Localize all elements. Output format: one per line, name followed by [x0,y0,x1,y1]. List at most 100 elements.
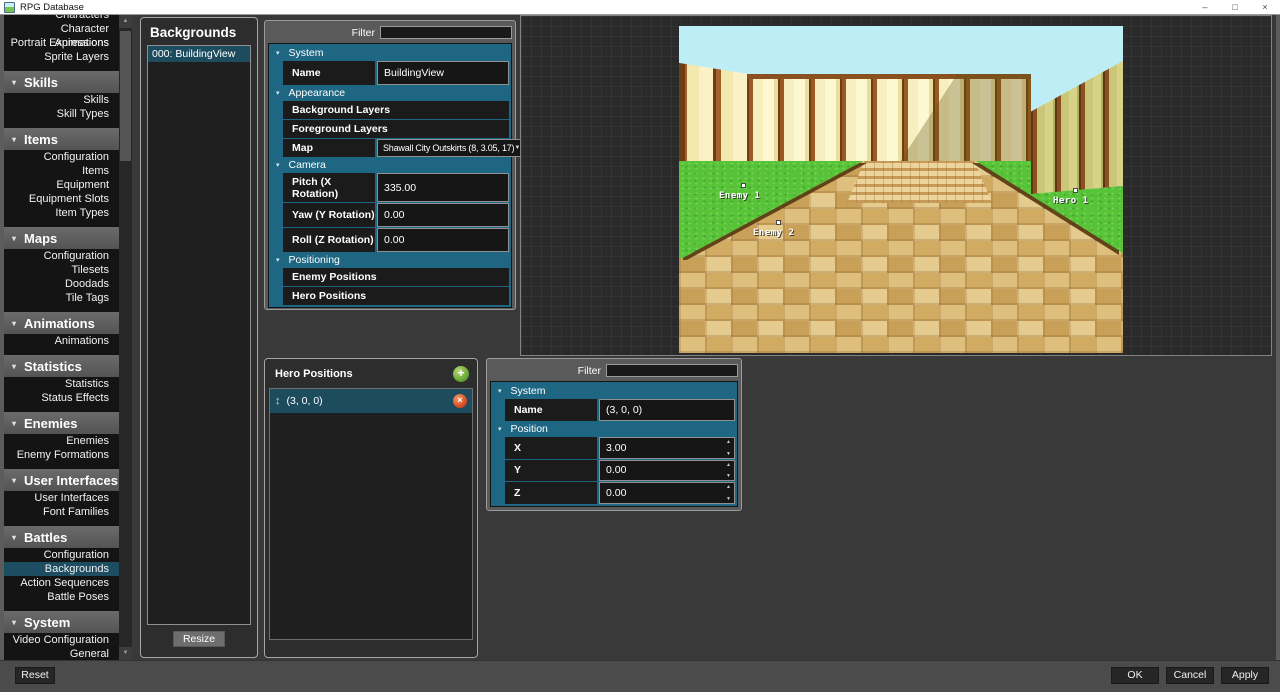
yaw-field[interactable] [377,203,509,227]
spinner-up-icon[interactable]: ▲ [726,440,731,444]
sidebar-item-action-sequences[interactable]: Action Sequences [4,576,119,590]
backgrounds-list[interactable]: 000: BuildingView [147,45,251,625]
x-field[interactable] [599,437,735,459]
apply-button[interactable]: Apply [1221,667,1269,684]
map-dropdown[interactable]: Shawall City Outskirts (8, 3.05, 17) ▼ [377,139,525,157]
sidebar-section-maps[interactable]: ▾ Maps [4,227,119,249]
spinner-down-icon[interactable]: ▼ [726,474,731,478]
foreground-layers-expander[interactable]: Foreground Layers [283,120,509,138]
hero-positions-expander[interactable]: Hero Positions [283,287,509,305]
sidebar-section-user-interfaces[interactable]: ▾ User Interfaces [4,469,119,491]
position-name-field[interactable] [599,399,735,421]
drag-handle-icon[interactable]: ↕ [275,395,281,407]
enemy-positions-expander[interactable]: Enemy Positions [283,268,509,286]
sidebar-item-maps-configuration[interactable]: Configuration [4,249,119,263]
sidebar-section-battles[interactable]: ▾ Battles [4,526,119,548]
name-field[interactable] [377,61,509,85]
restore-icon[interactable]: □ [1220,0,1250,15]
position-filter-input[interactable] [606,364,738,377]
sidebar-section-enemies[interactable]: ▾ Enemies [4,412,119,434]
cancel-button[interactable]: Cancel [1166,667,1214,684]
prop-label-roll: Roll (Z Rotation) [283,228,375,252]
section-header-position[interactable]: ▾ Position [493,422,735,436]
minimize-icon[interactable]: – [1190,0,1220,15]
sidebar-item-enemies[interactable]: Enemies [4,434,119,448]
sidebar-item-characters[interactable]: Characters [4,15,119,22]
sidebar-section-items[interactable]: ▾ Items [4,128,119,150]
sidebar-item-sprite-layers[interactable]: Sprite Layers [4,50,119,64]
sidebar-item-user-interfaces[interactable]: User Interfaces [4,491,119,505]
sidebar-scrollbar[interactable]: ▲ ▼ [119,15,132,660]
sidebar-item-tilesets[interactable]: Tilesets [4,263,119,277]
prop-label-name: Name [283,61,375,85]
sidebar-section-statistics[interactable]: ▾ Statistics [4,355,119,377]
list-item-position[interactable]: ↕ (3, 0, 0) × [270,389,472,413]
ok-button[interactable]: OK [1111,667,1159,684]
hero-positions-list[interactable]: ↕ (3, 0, 0) × [269,388,473,640]
list-item-buildingview[interactable]: 000: BuildingView [148,46,250,62]
collapse-caret-icon: ▾ [12,234,16,243]
scrollbar-thumb[interactable] [120,31,131,161]
section-header-system[interactable]: ▾ System [271,46,509,60]
prop-label-name: Name [505,399,597,421]
sidebar-item-equipment[interactable]: Equipment [4,178,119,192]
sidebar-item-video-configuration[interactable]: Video Configuration [4,633,119,647]
backgrounds-panel: Backgrounds 000: BuildingView Resize [140,17,258,658]
sidebar-item-character-animations[interactable]: Character Animations [4,22,119,36]
scroll-up-icon[interactable]: ▲ [119,15,132,28]
prop-label-yaw: Yaw (Y Rotation) [283,203,375,227]
collapse-caret-icon: ▾ [12,618,16,627]
sidebar-item-doodads[interactable]: Doodads [4,277,119,291]
hero1-label: Hero 1 [1053,196,1089,206]
sidebar-item-items[interactable]: Items [4,164,119,178]
sidebar-item-battle-poses[interactable]: Battle Poses [4,590,119,604]
z-field[interactable] [599,482,735,504]
grass-left [679,161,863,258]
section-header-appearance[interactable]: ▾ Appearance [271,86,509,100]
sidebar-item-animations[interactable]: Animations [4,334,119,348]
collapse-caret-icon: ▾ [12,362,16,371]
sidebar-item-skill-types[interactable]: Skill Types [4,107,119,121]
sidebar-item-general[interactable]: General [4,647,119,660]
hero-positions-panel: Hero Positions + ↕ (3, 0, 0) × [264,358,478,658]
prop-label-z: Z [505,482,597,504]
background-layers-expander[interactable]: Background Layers [283,101,509,119]
scroll-down-icon[interactable]: ▼ [119,647,132,660]
collapse-caret-icon: ▾ [12,78,16,87]
sidebar-item-equipment-slots[interactable]: Equipment Slots [4,192,119,206]
spinner-down-icon[interactable]: ▼ [726,452,731,456]
sidebar-item-skills[interactable]: Skills [4,93,119,107]
spinner-up-icon[interactable]: ▲ [726,463,731,467]
resize-button[interactable]: Resize [173,631,225,647]
spinner-up-icon[interactable]: ▲ [726,485,731,489]
sidebar-section-system[interactable]: ▾ System [4,611,119,633]
add-position-button[interactable]: + [453,366,469,382]
sidebar-item-font-families[interactable]: Font Families [4,505,119,519]
sidebar-section-skills[interactable]: ▾ Skills [4,71,119,93]
section-header-positioning[interactable]: ▾ Positioning [271,253,509,267]
sidebar-item-statistics[interactable]: Statistics [4,377,119,391]
close-icon[interactable]: × [1250,0,1280,15]
sidebar-item-battles-configuration[interactable]: Configuration [4,548,119,562]
collapse-caret-icon: ▾ [12,533,16,542]
spinner-down-icon[interactable]: ▼ [726,497,731,501]
delete-position-button[interactable]: × [453,394,467,408]
section-header-system[interactable]: ▾ System [493,384,735,398]
hero1-marker [1073,188,1078,193]
collapse-caret-icon: ▾ [12,319,16,328]
sidebar-item-tile-tags[interactable]: Tile Tags [4,291,119,305]
sidebar-item-items-configuration[interactable]: Configuration [4,150,119,164]
pitch-field[interactable] [377,173,509,203]
sidebar-section-animations[interactable]: ▾ Animations [4,312,119,334]
filter-input[interactable] [380,26,512,39]
roll-field[interactable] [377,228,509,252]
sidebar-item-backgrounds[interactable]: Backgrounds [4,562,119,576]
sidebar-item-portrait-expressions[interactable]: Portrait Expressions [4,36,119,50]
sidebar-item-item-types[interactable]: Item Types [4,206,119,220]
y-field[interactable] [599,460,735,482]
filter-label: Filter [352,27,375,39]
sidebar-item-enemy-formations[interactable]: Enemy Formations [4,448,119,462]
sidebar-item-status-effects[interactable]: Status Effects [4,391,119,405]
section-header-camera[interactable]: ▾ Camera [271,158,509,172]
reset-button[interactable]: Reset [15,667,55,684]
